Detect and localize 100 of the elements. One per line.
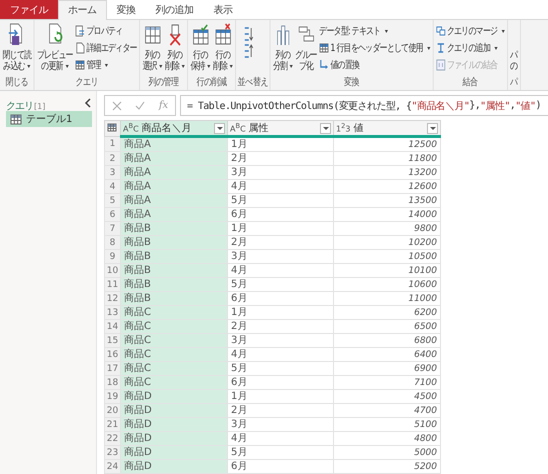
ribbon-button[interactable]: 行の 保持 xyxy=(190,22,212,73)
filter-button[interactable] xyxy=(214,122,225,134)
ribbon-button[interactable]: プレビュー の更新 xyxy=(36,22,74,73)
row-number: 17 xyxy=(104,362,120,376)
table-cell: 5月 xyxy=(228,278,334,292)
ribbon-button[interactable]: グルー プ化 xyxy=(294,22,318,73)
row-number: 15 xyxy=(104,334,120,348)
ribbon-tab[interactable]: 変換 xyxy=(106,0,146,19)
table-cell: 商品D xyxy=(120,432,228,446)
sort-ascending-icon xyxy=(242,26,254,42)
table-cell: 4800 xyxy=(334,432,440,446)
table-cell: 3月 xyxy=(228,334,334,348)
table-cell: 商品C xyxy=(120,376,228,390)
table-cell: 4700 xyxy=(334,404,440,418)
table-cell: 商品D xyxy=(120,460,228,474)
ribbon-tab[interactable]: ホーム xyxy=(58,0,106,20)
table-cell: 商品A xyxy=(120,166,228,180)
table-cell: 4月 xyxy=(228,264,334,278)
group-label: 並べ替え xyxy=(238,76,268,90)
row-number: 9 xyxy=(104,250,120,264)
ribbon-button[interactable]: 行の 削除 xyxy=(212,22,234,73)
filter-button[interactable] xyxy=(320,122,331,134)
sort-descending-icon xyxy=(242,43,254,59)
ribbon-small-button[interactable]: クエリのマージ xyxy=(434,23,506,39)
type-icon[interactable]: 1$^{2}$3 xyxy=(336,122,350,134)
row-number: 16 xyxy=(104,348,120,362)
table-cell: 商品D xyxy=(120,404,228,418)
ribbon-button[interactable]: 列の 削除 xyxy=(164,22,186,73)
table-cell: 5月 xyxy=(228,194,334,208)
query-item[interactable]: テーブル1 xyxy=(6,111,92,127)
row-number: 24 xyxy=(104,460,120,474)
table-cell: 2月 xyxy=(228,404,334,418)
column-header[interactable]: 1$^{2}$3 値 xyxy=(334,120,440,136)
row-number: 5 xyxy=(104,194,120,208)
row-number: 3 xyxy=(104,166,120,180)
ribbon-small-button[interactable]: 値の置換 xyxy=(318,57,431,73)
row-number: 14 xyxy=(104,320,120,334)
table-cell: 6500 xyxy=(334,320,440,334)
collapse-chevron-icon xyxy=(84,98,92,108)
row-number: 20 xyxy=(104,404,120,418)
table-cell: 5月 xyxy=(228,446,334,460)
table-cell: 6月 xyxy=(228,292,334,306)
group-label: パ xyxy=(509,76,518,90)
row-number: 19 xyxy=(104,390,120,404)
queries-title: クエリ xyxy=(6,100,33,112)
type-icon[interactable]: A$^{B}$C xyxy=(123,122,139,134)
table-cell: 商品C xyxy=(120,320,228,334)
table-icon xyxy=(107,122,118,132)
query-count: [1] xyxy=(34,102,46,110)
row-number: 22 xyxy=(104,432,120,446)
table-menu-button[interactable] xyxy=(104,120,120,136)
ribbon-button[interactable]: 列の 分割 xyxy=(272,22,294,73)
table-cell: 2月 xyxy=(228,236,334,250)
table-cell: 3月 xyxy=(228,418,334,432)
table-cell: 3月 xyxy=(228,166,334,180)
row-number: 7 xyxy=(104,222,120,236)
ribbon-small-button[interactable]: プロパティ xyxy=(74,23,138,39)
column-header[interactable]: A$^{B}$C 商品名＼月 xyxy=(120,120,228,136)
ribbon-small-button[interactable]: 1 行目をヘッダーとして使用 xyxy=(318,40,431,56)
ribbon-tab[interactable]: 列の追加 xyxy=(146,0,204,19)
ribbon-small-button[interactable]: 管理 xyxy=(74,57,138,73)
table-cell: 10600 xyxy=(334,278,440,292)
table-cell: 1月 xyxy=(228,390,334,404)
ribbon-tab[interactable]: 表示 xyxy=(204,0,242,19)
row-number: 1 xyxy=(104,136,120,152)
table-cell: 商品B xyxy=(120,236,228,250)
table-cell: 2月 xyxy=(228,320,334,334)
table-cell: 商品B xyxy=(120,250,228,264)
filter-button[interactable] xyxy=(427,122,438,134)
ribbon-button[interactable]: 閉じて読 み込む xyxy=(2,22,32,73)
type-icon[interactable]: A$^{B}$C xyxy=(230,122,246,134)
table-cell: 11000 xyxy=(334,292,440,306)
row-number: 12 xyxy=(104,292,120,306)
table-cell: 6400 xyxy=(334,348,440,362)
row-number: 10 xyxy=(104,264,120,278)
table-cell: 1月 xyxy=(228,222,334,236)
table-cell: 商品B xyxy=(120,292,228,306)
table-cell: 4500 xyxy=(334,390,440,404)
table-cell: 商品C xyxy=(120,362,228,376)
table-cell: 6200 xyxy=(334,306,440,320)
table-cell: 7100 xyxy=(334,376,440,390)
table-cell: 4月 xyxy=(228,180,334,194)
ribbon-small-button[interactable]: 詳細エディター xyxy=(74,40,138,56)
ribbon-small-button[interactable]: クエリの追加 xyxy=(434,40,506,56)
table-cell: 10100 xyxy=(334,264,440,278)
ribbon-tab[interactable]: ファイル xyxy=(0,0,58,19)
formula-field[interactable]: = Table.UnpivotOtherColumns(変更された型, {"商品名＼月"},"属性","値") xyxy=(180,95,548,116)
table-cell: 商品C xyxy=(120,306,228,320)
table-cell: 14000 xyxy=(334,208,440,222)
table-cell: 6月 xyxy=(228,208,334,222)
ribbon-small-button[interactable]: データ型: テキスト xyxy=(318,23,431,39)
ribbon-button[interactable]: パ の xyxy=(509,22,518,73)
ribbon-button[interactable]: 列の 選択 xyxy=(142,22,164,73)
table-cell: 12600 xyxy=(334,180,440,194)
table-cell: 10500 xyxy=(334,250,440,264)
table-icon xyxy=(319,42,329,54)
table-cell: 10200 xyxy=(334,236,440,250)
table-cell: 商品C xyxy=(120,348,228,362)
table-cell: 商品D xyxy=(120,418,228,432)
column-header[interactable]: A$^{B}$C 属性 xyxy=(228,120,334,136)
